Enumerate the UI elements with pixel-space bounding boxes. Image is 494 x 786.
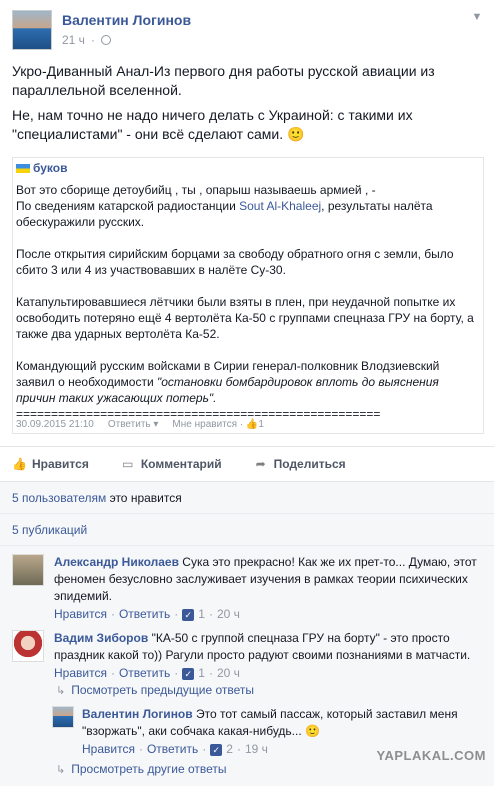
- comment-body: Вадим Зиборов "КА-50 с группой спецназа …: [54, 630, 482, 682]
- comment-author[interactable]: Александр Николаев: [54, 555, 179, 569]
- thumbs-up-icon: ✓: [210, 743, 223, 756]
- likes-rest: это нравится: [106, 491, 182, 505]
- shared-source-link[interactable]: Sout Al-Khaleej: [239, 199, 321, 213]
- reply-reply[interactable]: Ответить: [147, 741, 198, 758]
- comment-like-count: 1: [198, 607, 205, 621]
- action-bar: 👍 Нравится ▭ Комментарий ➦ Поделиться: [0, 446, 494, 482]
- comment-meta: Нравится · Ответить · ✓ 1 · 20 ч: [54, 665, 240, 682]
- likes-summary: 5 пользователям это нравится: [0, 482, 494, 514]
- reply-arrow-icon: ↳: [56, 684, 66, 697]
- shared-like[interactable]: Мне нравится · 👍1: [172, 419, 264, 430]
- post-author[interactable]: Валентин Логинов: [62, 12, 191, 28]
- shared-para3: Катапультировавшиеся лётчики были взяты …: [16, 295, 478, 341]
- shared-meta: 30.09.2015 21:10 Ответить ▾ Мне нравится…: [16, 419, 264, 430]
- shared-body: Вот это сборище детоубийц , ты , опарыш …: [16, 182, 478, 422]
- shared-line2-pre: По сведениям катарской радиостанции: [16, 199, 240, 213]
- view-other-replies-label[interactable]: Просмотреть другие ответы: [71, 762, 226, 776]
- post-text-1: Укро-Диванный Анал-Из первого дня работы…: [12, 63, 435, 98]
- thumbs-up-icon: 👍: [12, 457, 27, 471]
- like-button[interactable]: 👍 Нравится: [12, 457, 89, 471]
- comment-body: Александр Николаев Сука это прекрасно! К…: [54, 554, 482, 623]
- reply-arrow-icon: ↳: [56, 763, 66, 776]
- comment-like[interactable]: Нравится: [54, 606, 107, 623]
- chevron-down-icon[interactable]: ▼: [470, 10, 484, 24]
- comment-reply[interactable]: Ответить: [119, 665, 170, 682]
- shared-reply[interactable]: Ответить ▾: [108, 419, 159, 430]
- view-previous-replies-label[interactable]: Посмотреть предыдущие ответы: [71, 683, 254, 697]
- share-button[interactable]: ➦ Поделиться: [254, 457, 346, 471]
- share-arrow-icon: ➦: [255, 457, 266, 471]
- avatar[interactable]: [12, 630, 44, 662]
- shared-date: 30.09.2015 21:10: [16, 419, 94, 430]
- post-text-2: Не, нам точно не надо ничего делать с Ук…: [12, 107, 413, 142]
- comment-time[interactable]: 20 ч: [217, 606, 240, 623]
- globe-icon: [100, 35, 111, 45]
- shared-like-count: 1: [258, 419, 264, 430]
- comment-button[interactable]: ▭ Комментарий: [121, 457, 222, 471]
- comment-icon: ▭: [122, 457, 134, 471]
- shared-author-name[interactable]: буков: [33, 161, 67, 175]
- comment-time[interactable]: 20 ч: [217, 665, 240, 682]
- view-previous-replies[interactable]: ↳ Посмотреть предыдущие ответы: [56, 683, 254, 697]
- shared-reply-label[interactable]: Ответить: [108, 419, 151, 430]
- shared-author[interactable]: буков: [16, 161, 67, 175]
- likes-link[interactable]: 5 пользователям: [12, 491, 106, 505]
- ukraine-flag-icon: [16, 163, 30, 173]
- post-meta: 21 ч ·: [62, 33, 111, 47]
- shared-para2: После открытия сирийским борцами за своб…: [16, 247, 457, 277]
- reply-like-count: 2: [226, 742, 233, 756]
- reply-time[interactable]: 19 ч: [245, 741, 268, 758]
- reply-author[interactable]: Валентин Логинов: [82, 707, 193, 721]
- shares-link[interactable]: 5 публикаций: [12, 523, 87, 537]
- avatar[interactable]: [12, 554, 44, 586]
- author-avatar[interactable]: [12, 10, 52, 50]
- comment-label[interactable]: Комментарий: [141, 457, 222, 471]
- thumbs-up-icon: ✓: [182, 608, 195, 621]
- share-label[interactable]: Поделиться: [274, 457, 346, 471]
- comment-like[interactable]: Нравится: [54, 665, 107, 682]
- post-time[interactable]: 21 ч: [62, 33, 85, 47]
- avatar[interactable]: [52, 706, 74, 728]
- shares-summary: 5 публикаций: [0, 514, 494, 546]
- comment-reply[interactable]: Ответить: [119, 606, 170, 623]
- comment-meta: Нравится · Ответить · ✓ 1 · 20 ч: [54, 606, 240, 623]
- comment-author[interactable]: Вадим Зиборов: [54, 631, 148, 645]
- reply-like[interactable]: Нравится: [82, 741, 135, 758]
- shared-line1: Вот это сборище детоубийц , ты , опарыш …: [16, 183, 376, 197]
- like-label[interactable]: Нравится: [32, 457, 89, 471]
- shared-post: буков Вот это сборище детоубийц , ты , о…: [12, 157, 484, 434]
- view-other-replies[interactable]: ↳ Просмотреть другие ответы: [56, 762, 227, 776]
- watermark: YAPLAKAL.COM: [376, 748, 486, 763]
- comment-like-count: 1: [198, 666, 205, 680]
- shared-like-label[interactable]: Мне нравится: [172, 419, 237, 430]
- thumbs-up-icon: ✓: [182, 667, 195, 680]
